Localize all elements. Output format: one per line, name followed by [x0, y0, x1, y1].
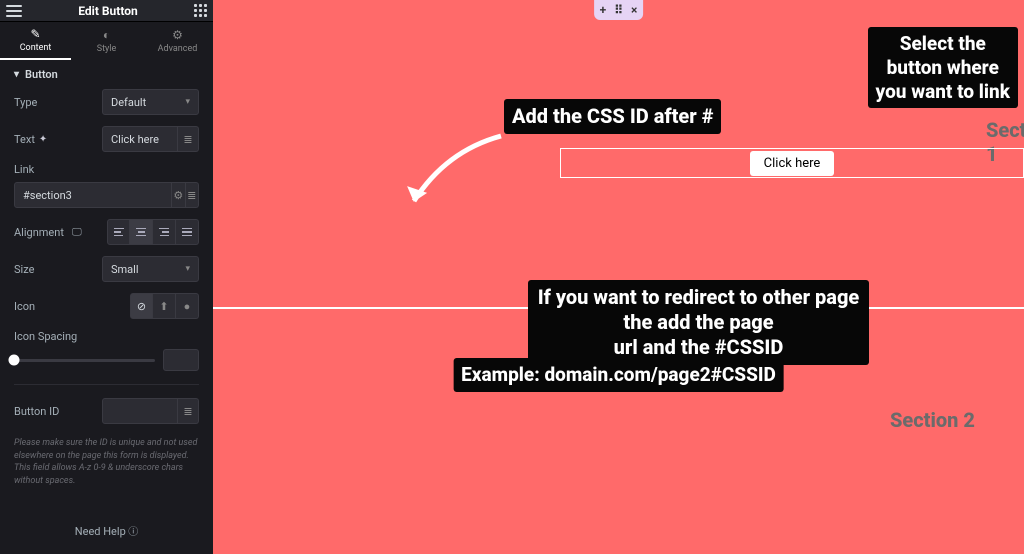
apps-icon[interactable]: [194, 4, 207, 17]
divider: [14, 384, 199, 385]
sidebar-header: Edit Button: [0, 0, 213, 22]
annotation-example: Example: domain.com/page2#CSSID: [453, 358, 784, 392]
text-input[interactable]: [102, 126, 178, 152]
spacing-slider[interactable]: [14, 359, 155, 362]
panel-title: Edit Button: [78, 4, 137, 18]
add-section-button[interactable]: +: [600, 3, 607, 17]
click-here-button[interactable]: Click here: [750, 151, 835, 176]
accordion-button[interactable]: Button: [0, 60, 213, 89]
icon-library-button[interactable]: ●: [176, 293, 199, 319]
tab-content[interactable]: ✎ Content: [0, 22, 71, 60]
delete-section-button[interactable]: ×: [631, 3, 637, 17]
need-help-link[interactable]: Need Help: [0, 507, 213, 554]
type-label: Type: [14, 96, 37, 109]
size-label: Size: [14, 263, 34, 276]
spacing-label: Icon Spacing: [14, 330, 199, 343]
annotation-select-button: Select the button where you want to link: [868, 27, 1018, 108]
contrast-icon: ◐: [103, 28, 110, 42]
alignment-label: Alignment 🖵: [14, 226, 82, 239]
editor-sidebar: Edit Button ✎ Content ◐ Style ⚙ Advanced…: [0, 0, 213, 554]
align-left-button[interactable]: [107, 219, 130, 245]
controls-panel: Type Default Text ✦ ≣ Link ⚙ ≣: [0, 89, 213, 497]
icon-none-button[interactable]: ⊘: [130, 293, 153, 319]
type-select[interactable]: Default: [102, 89, 199, 115]
icon-label: Icon: [14, 300, 35, 313]
arrow-to-link: [406, 131, 506, 211]
align-right-button[interactable]: [153, 219, 176, 245]
size-select[interactable]: Small: [102, 256, 199, 282]
annotation-redirect: If you want to redirect to other page th…: [528, 280, 869, 365]
section-2-title: Section 2: [890, 408, 975, 432]
preview-canvas: + ⠿ × Section 1 Click here Section 2 Add…: [213, 0, 1024, 554]
dynamic-tag-button[interactable]: ≣: [178, 126, 199, 152]
link-input[interactable]: [14, 182, 172, 208]
slider-thumb[interactable]: [9, 355, 20, 366]
link-dynamic-button[interactable]: ≣: [186, 182, 200, 208]
section-toolbar: + ⠿ ×: [594, 0, 644, 20]
edit-section-button[interactable]: ⠿: [614, 3, 623, 17]
button-id-label: Button ID: [14, 405, 59, 418]
align-center-button[interactable]: [130, 219, 153, 245]
align-justify-button[interactable]: [176, 219, 199, 245]
alignment-buttons: [107, 219, 199, 245]
icon-upload-button[interactable]: ⬆: [153, 293, 176, 319]
button-widget-outline[interactable]: Click here: [560, 148, 1024, 178]
link-options-button[interactable]: ⚙: [172, 182, 186, 208]
tab-advanced[interactable]: ⚙ Advanced: [142, 22, 213, 60]
settings-tabs: ✎ Content ◐ Style ⚙ Advanced: [0, 22, 213, 60]
annotation-css-id: Add the CSS ID after #: [504, 99, 721, 134]
gear-icon: ⚙: [172, 28, 183, 42]
spacing-value[interactable]: [163, 349, 199, 371]
responsive-icon[interactable]: 🖵: [72, 227, 82, 238]
button-id-help: Please make sure the ID is unique and no…: [14, 435, 199, 487]
icon-buttons: ⊘ ⬆ ●: [130, 293, 199, 319]
ai-sparkle-icon[interactable]: ✦: [39, 134, 47, 145]
pencil-icon: ✎: [30, 27, 40, 41]
link-label: Link: [14, 163, 199, 176]
text-label: Text ✦: [14, 133, 47, 146]
tab-style[interactable]: ◐ Style: [71, 22, 142, 60]
button-id-input[interactable]: [102, 398, 178, 424]
menu-icon[interactable]: [6, 5, 22, 17]
button-id-dynamic[interactable]: ≣: [178, 398, 199, 424]
